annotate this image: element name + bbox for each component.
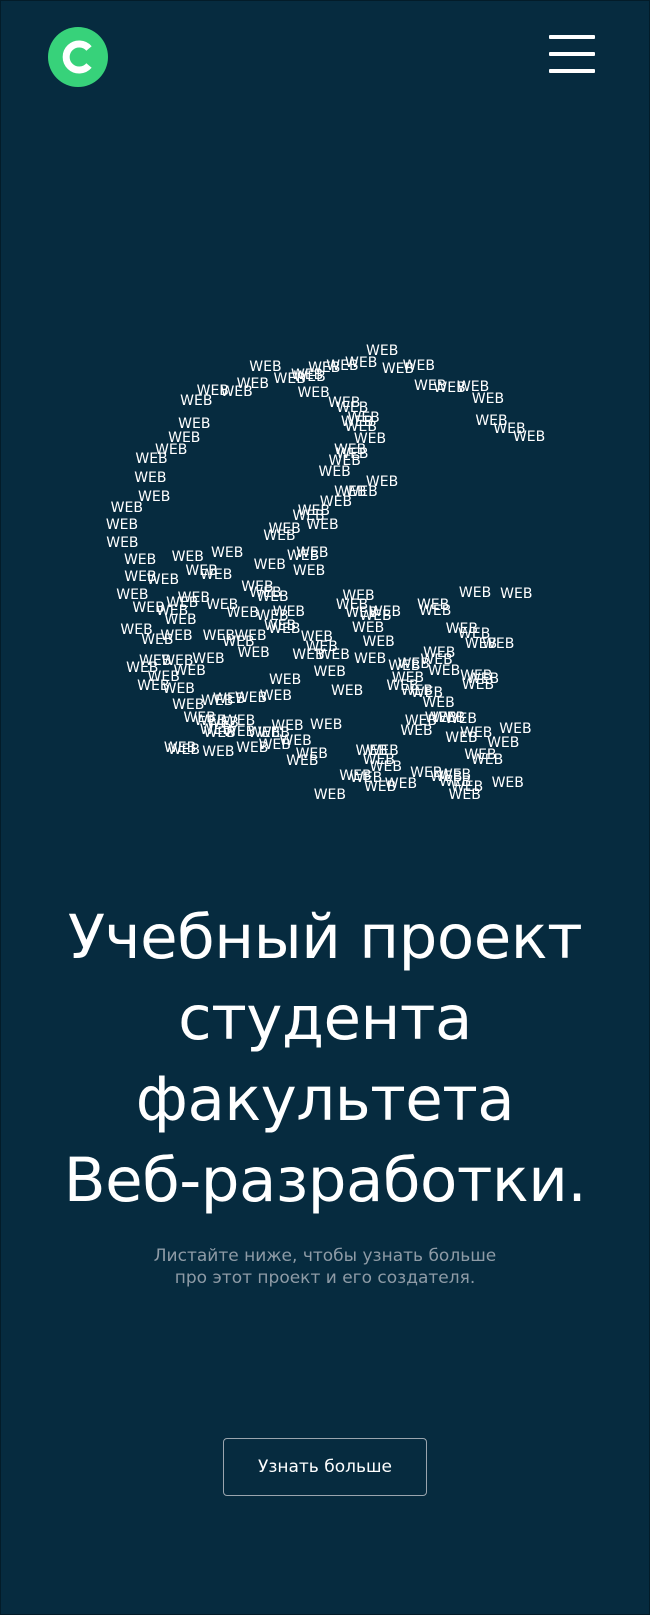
web-word: WEB (164, 611, 197, 628)
web-word: WEB (160, 628, 193, 645)
hamburger-menu-icon[interactable] (549, 35, 595, 75)
web-word: WEB (423, 644, 456, 661)
web-word: WEB (400, 723, 433, 740)
web-word: WEB (500, 585, 533, 602)
web-word: WEB (402, 358, 435, 375)
web-word: WEB (293, 369, 326, 386)
web-word: WEB (211, 545, 244, 562)
web-word: WEB (226, 605, 259, 622)
web-word: WEB (491, 774, 524, 791)
web-word: WEB (134, 470, 167, 487)
web-word: WEB (410, 684, 444, 701)
web-word: WEB (263, 528, 296, 545)
web-word: WEB (313, 663, 346, 680)
title-line: факультета (135, 1064, 515, 1135)
web-word: WEB (173, 663, 206, 680)
web-word: WEB (268, 621, 301, 638)
web-word: WEB (318, 463, 351, 480)
web-word: WEB (342, 587, 375, 604)
web-word: WEB (512, 428, 546, 445)
web-word: WEB (362, 633, 395, 650)
web-word: WEB (166, 595, 199, 612)
web-word: WEB (419, 603, 452, 620)
web-word: WEB (432, 709, 466, 726)
web-word: WEB (236, 739, 269, 756)
web-word: WEB (313, 787, 347, 804)
web-word: WEB (297, 384, 330, 401)
web-word: WEB (330, 682, 364, 699)
web-word: WEB (185, 563, 218, 580)
web-word: WEB (163, 740, 197, 757)
web-word: WEB (366, 343, 399, 360)
web-word: WEB (234, 689, 268, 706)
web-word: WEB (268, 672, 302, 688)
web-word: WEB (286, 547, 320, 564)
web-word: WEB (194, 712, 227, 729)
web-word: WEB (105, 516, 139, 533)
web-word: WEB (464, 746, 497, 763)
web-word: WEB (178, 416, 211, 433)
web-word: WEB (427, 663, 461, 680)
web-word: WEB (168, 430, 201, 447)
web-word: WEB (353, 651, 387, 668)
web-word: WEB (257, 724, 291, 741)
web-word: WEB (355, 743, 388, 760)
web-word: WEB (438, 774, 472, 791)
web-word: WEB (458, 626, 491, 643)
web-word: WEB (458, 585, 492, 602)
web-word: WEB (445, 729, 478, 746)
web-word: WEB (146, 571, 180, 588)
web-word: WEB (120, 621, 153, 638)
web-word: WEB (126, 660, 159, 677)
web-word: WEB (368, 603, 402, 620)
web-word: WEB (460, 667, 493, 684)
web-word: WEB (249, 585, 282, 602)
page-title: Учебный проект студента факультета Веб-р… (25, 897, 625, 1221)
web-word: WEB (138, 489, 171, 506)
web-word: WEB (471, 390, 505, 407)
page: WEB WEB WEB WEB WEB WEB WEB WEB WEB WEB WEB WEB WEB W… (0, 0, 650, 1615)
web-word: WEB (202, 744, 235, 761)
page-subtitle: Листайте ниже, чтобы узнать больше про э… (75, 1245, 575, 1289)
learn-more-button[interactable]: Узнать больше (223, 1438, 427, 1496)
web-word: WEB (292, 562, 326, 579)
web-word: WEB (388, 658, 421, 675)
web-word-cloud-illustration: WEB WEB WEB WEB WEB WEB WEB WEB WEB WEB WEB WEB WEB W… (75, 330, 585, 830)
subtitle-line: про этот проект и его создателя. (174, 1268, 476, 1288)
logo-c-icon[interactable] (48, 27, 108, 87)
subtitle-line: Листайте ниже, чтобы узнать больше (153, 1246, 497, 1266)
web-word: WEB (116, 586, 149, 603)
web-word: WEB (369, 759, 402, 776)
web-word: WEB (222, 634, 255, 651)
web-word: WEB (137, 678, 170, 695)
web-word: WEB (123, 552, 157, 569)
web-word: WEB (310, 716, 343, 733)
title-line: Учебный проект (67, 902, 583, 973)
web-word: WEB (106, 534, 139, 551)
web-word: WEB (236, 375, 269, 392)
web-word: WEB (286, 753, 319, 770)
web-word: WEB (317, 647, 350, 664)
web-word: WEB (253, 557, 286, 574)
web-word: WEB (171, 548, 204, 565)
web-word: WEB (499, 720, 532, 737)
title-line: Веб-разработки. (63, 1145, 587, 1216)
web-word: WEB (297, 503, 330, 520)
web-word: WEB (306, 516, 339, 533)
title-line: студента (178, 983, 472, 1054)
